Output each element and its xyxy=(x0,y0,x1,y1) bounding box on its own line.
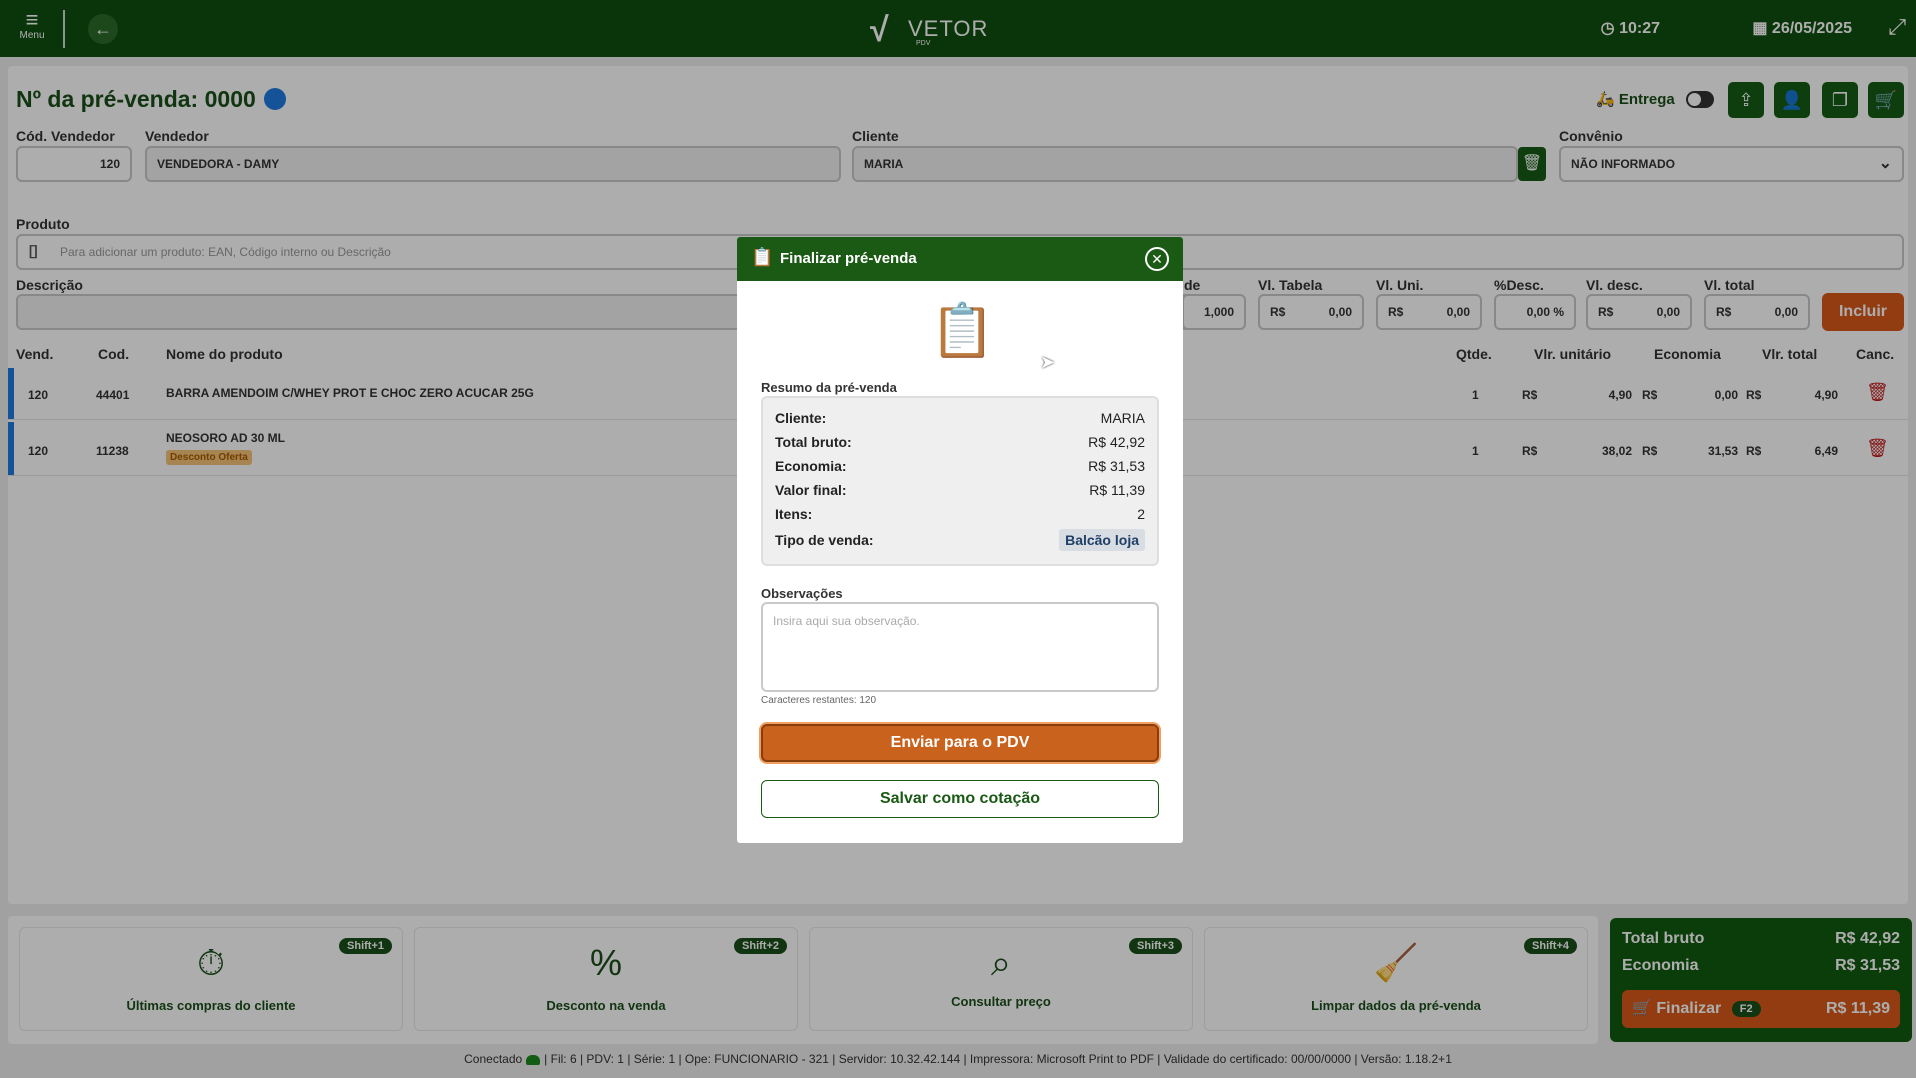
char-counter: Caracteres restantes: 120 xyxy=(761,695,877,706)
summary-box: Cliente: MARIA Total bruto: R$ 42,92 Econo… xyxy=(761,396,1159,566)
dialog-header: 📋 Finalizar pré-venda ✕ xyxy=(737,237,1183,281)
save-quote-button[interactable]: Salvar como cotação xyxy=(761,780,1159,818)
summary-tipo-venda: Tipo de venda: Balcão loja xyxy=(775,529,1145,551)
dialog-title: Finalizar pré-venda xyxy=(780,250,917,267)
summary-value: R$ 11,39 xyxy=(1089,482,1145,498)
summary-economia: Economia: R$ 31,53 xyxy=(775,458,1145,474)
clipboard-icon: 📋 xyxy=(751,247,774,267)
summary-itens: Itens: 2 xyxy=(775,506,1145,522)
summary-value: R$ 31,53 xyxy=(1088,458,1145,474)
summary-total-bruto: Total bruto: R$ 42,92 xyxy=(775,434,1145,450)
summary-value: R$ 42,92 xyxy=(1088,434,1145,450)
send-to-pdv-button[interactable]: Enviar para o PDV xyxy=(761,724,1159,762)
summary-cliente: Cliente: MARIA xyxy=(775,410,1145,426)
summary-key: Tipo de venda: xyxy=(775,532,874,548)
finalize-presale-dialog: 📋 Finalizar pré-venda ✕ 📋 Resumo da pré-… xyxy=(737,237,1183,843)
close-icon[interactable]: ✕ xyxy=(1145,247,1169,271)
summary-value: 2 xyxy=(1137,506,1145,522)
summary-key: Valor final: xyxy=(775,482,847,498)
summary-key: Itens: xyxy=(775,506,813,522)
summary-value: MARIA xyxy=(1100,410,1145,426)
obs-placeholder: Insira aqui sua observação. xyxy=(773,614,920,628)
mouse-cursor-icon: ➤ xyxy=(1040,352,1056,372)
summary-valor-final: Valor final: R$ 11,39 xyxy=(775,482,1145,498)
summary-key: Economia: xyxy=(775,458,847,474)
summary-label: Resumo da pré-venda xyxy=(761,380,897,395)
obs-label: Observações xyxy=(761,586,843,601)
summary-key: Cliente: xyxy=(775,410,827,426)
sale-type-badge: Balcão loja xyxy=(1059,529,1145,551)
clipboard-cart-icon: 📋 xyxy=(930,302,995,360)
summary-key: Total bruto: xyxy=(775,434,852,450)
obs-textarea[interactable]: Insira aqui sua observação. xyxy=(761,602,1159,692)
